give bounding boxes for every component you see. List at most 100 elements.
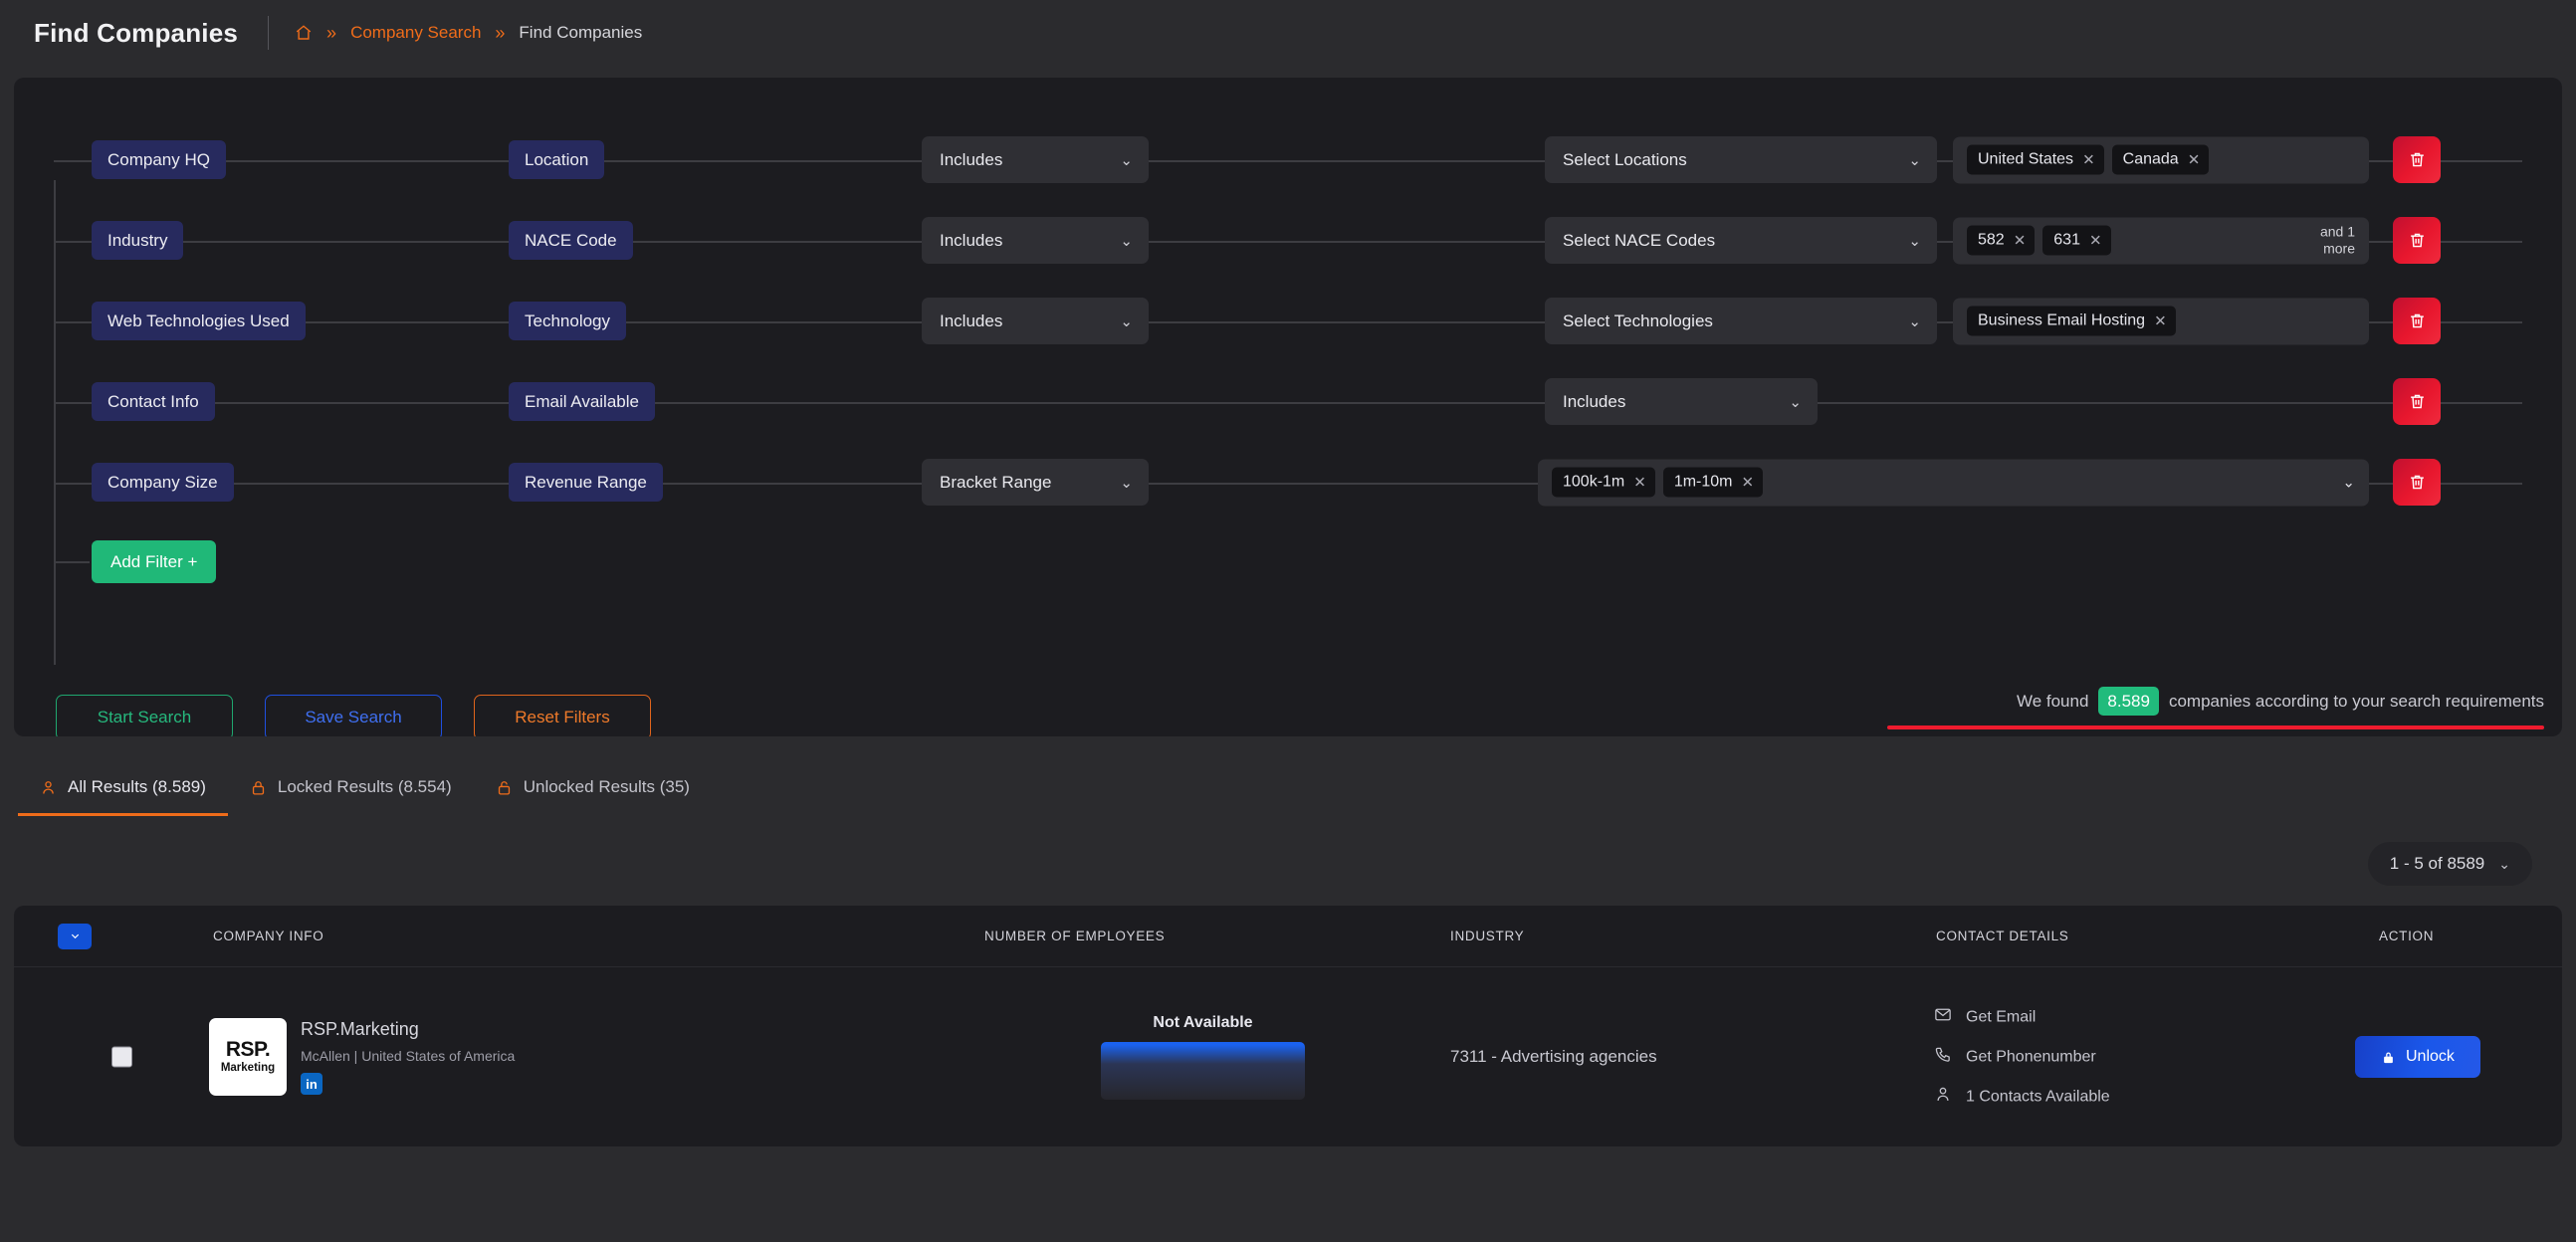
breadcrumb-sep-2: » — [495, 23, 505, 44]
filter-tag-label: 582 — [1978, 233, 2005, 249]
close-icon[interactable]: ✕ — [1633, 475, 1646, 490]
trash-icon — [2408, 311, 2427, 330]
add-filter-row: Add Filter + — [14, 522, 2562, 600]
filter-tag[interactable]: 100k-1m ✕ — [1552, 468, 1655, 498]
tab-label: All Results (8.589) — [68, 777, 206, 797]
filter-operator-select[interactable]: Bracket Range ⌄ — [922, 459, 1149, 506]
filter-value-placeholder: Select Technologies — [1563, 311, 1713, 331]
tab-locked-results[interactable]: Locked Results (8.554) — [228, 777, 474, 816]
results-table: COMPANY INFO NUMBER OF EMPLOYEES INDUSTR… — [14, 906, 2562, 1146]
results-progress-bar — [1887, 725, 2544, 729]
row-checkbox[interactable] — [111, 1047, 132, 1068]
title-divider — [268, 16, 269, 50]
trash-icon — [2408, 231, 2427, 250]
trash-icon — [2408, 473, 2427, 492]
filter-value-select[interactable]: Select Technologies ⌄ — [1545, 298, 1937, 344]
pagination-selector[interactable]: 1 - 5 of 8589 ⌄ — [2368, 842, 2532, 886]
filter-operator-select[interactable]: Includes ⌄ — [922, 217, 1149, 264]
column-header-contact-details: CONTACT DETAILS — [1936, 929, 2069, 943]
get-phonenumber-action[interactable]: Get Phonenumber — [1934, 1046, 2110, 1069]
reset-filters-button[interactable]: Reset Filters — [474, 695, 651, 736]
close-icon[interactable]: ✕ — [2154, 313, 2167, 328]
linkedin-icon[interactable]: in — [301, 1073, 322, 1095]
filter-field-chip[interactable]: Technology — [509, 302, 626, 340]
tab-unlocked-results[interactable]: Unlocked Results (35) — [474, 777, 712, 816]
delete-filter-button[interactable] — [2393, 136, 2441, 183]
envelope-icon — [1934, 1006, 1952, 1029]
breadcrumb-current: Find Companies — [519, 23, 642, 43]
filter-tag-container: 582 ✕ 631 ✕ and 1 more — [1953, 217, 2369, 264]
filter-tag[interactable]: Canada ✕ — [2112, 145, 2210, 175]
results-summary: We found 8.589 companies according to yo… — [1887, 687, 2544, 729]
filter-tag[interactable]: United States ✕ — [1967, 145, 2104, 175]
unlock-button[interactable]: Unlock — [2355, 1036, 2480, 1078]
chevron-down-icon: ⌄ — [1120, 474, 1133, 492]
filter-operator-select[interactable]: Includes ⌄ — [922, 136, 1149, 183]
home-icon[interactable] — [295, 24, 313, 42]
add-filter-button[interactable]: Add Filter + — [92, 540, 216, 583]
get-email-action[interactable]: Get Email — [1934, 1006, 2110, 1029]
results-summary-suffix: companies according to your search requi… — [2169, 692, 2544, 712]
filter-category-chip[interactable]: Industry — [92, 221, 183, 260]
select-all-dropdown-button[interactable] — [58, 924, 92, 949]
delete-filter-button[interactable] — [2393, 378, 2441, 425]
filter-tag-more-label[interactable]: and 1 more — [2320, 223, 2355, 258]
phone-icon — [1934, 1046, 1952, 1069]
filter-operator-select[interactable]: Includes ⌄ — [1545, 378, 1818, 425]
filter-field-chip[interactable]: Email Available — [509, 382, 655, 421]
filter-category-chip[interactable]: Web Technologies Used — [92, 302, 306, 340]
filter-category-chip[interactable]: Company HQ — [92, 140, 226, 179]
filter-value-select[interactable]: Select NACE Codes ⌄ — [1545, 217, 1937, 264]
filter-value-placeholder: Select Locations — [1563, 150, 1687, 170]
filter-tag-container: United States ✕ Canada ✕ — [1953, 136, 2369, 183]
delete-filter-button[interactable] — [2393, 298, 2441, 344]
column-header-company-info: COMPANY INFO — [213, 929, 323, 943]
delete-filter-button[interactable] — [2393, 217, 2441, 264]
industry-value: 7311 - Advertising agencies — [1450, 1047, 1657, 1067]
save-search-button[interactable]: Save Search — [265, 695, 442, 736]
chevron-down-icon: ⌄ — [1908, 312, 1921, 330]
lock-closed-icon — [250, 779, 267, 796]
top-bar: Find Companies » Company Search » Find C… — [0, 0, 2576, 66]
close-icon[interactable]: ✕ — [2188, 152, 2201, 167]
filter-tag[interactable]: 631 ✕ — [2042, 226, 2110, 256]
filter-row: Contact Info Email Available Includes ⌄ — [14, 361, 2562, 442]
contacts-available-info[interactable]: 1 Contacts Available — [1934, 1086, 2110, 1109]
contact-label: Get Email — [1966, 1008, 2036, 1026]
delete-filter-button[interactable] — [2393, 459, 2441, 506]
filter-tag[interactable]: Business Email Hosting ✕ — [1967, 307, 2176, 336]
close-icon[interactable]: ✕ — [2014, 233, 2027, 248]
results-summary-prefix: We found — [2017, 692, 2088, 712]
close-icon[interactable]: ✕ — [2082, 152, 2095, 167]
lock-icon — [2381, 1050, 2396, 1065]
pagination-bar: 1 - 5 of 8589 ⌄ — [0, 816, 2576, 886]
close-icon[interactable]: ✕ — [2089, 233, 2102, 248]
filter-tag[interactable]: 582 ✕ — [1967, 226, 2035, 256]
filter-category-chip[interactable]: Contact Info — [92, 382, 215, 421]
company-info: RSP.Marketing McAllen | United States of… — [301, 1019, 515, 1095]
filter-tag[interactable]: 1m-10m ✕ — [1663, 468, 1763, 498]
filter-operator-value: Includes — [940, 311, 1002, 331]
tab-label: Unlocked Results (35) — [524, 777, 690, 797]
chevron-down-icon: ⌄ — [1120, 232, 1133, 250]
person-icon — [40, 779, 57, 796]
lock-open-icon — [496, 779, 513, 796]
chevron-down-icon: ⌄ — [1908, 232, 1921, 250]
company-logo-line1: RSP. — [226, 1039, 270, 1060]
close-icon[interactable]: ✕ — [1742, 475, 1755, 490]
company-logo-line2: Marketing — [221, 1063, 275, 1075]
filter-operator-value: Includes — [1563, 392, 1625, 412]
company-name[interactable]: RSP.Marketing — [301, 1019, 515, 1040]
filter-field-chip[interactable]: Revenue Range — [509, 463, 663, 502]
filter-field-chip[interactable]: NACE Code — [509, 221, 633, 260]
filter-value-select[interactable]: Select Locations ⌄ — [1545, 136, 1937, 183]
chevron-down-icon[interactable]: ⌄ — [2342, 474, 2355, 492]
breadcrumb-link-company-search[interactable]: Company Search — [350, 23, 481, 43]
start-search-button[interactable]: Start Search — [56, 695, 233, 736]
filter-operator-select[interactable]: Includes ⌄ — [922, 298, 1149, 344]
filter-category-chip[interactable]: Company Size — [92, 463, 234, 502]
filter-tag-container[interactable]: 100k-1m ✕ 1m-10m ✕ ⌄ — [1538, 459, 2369, 506]
filter-field-chip[interactable]: Location — [509, 140, 604, 179]
tab-all-results[interactable]: All Results (8.589) — [18, 777, 228, 816]
filter-row: Web Technologies Used Technology Include… — [14, 281, 2562, 361]
